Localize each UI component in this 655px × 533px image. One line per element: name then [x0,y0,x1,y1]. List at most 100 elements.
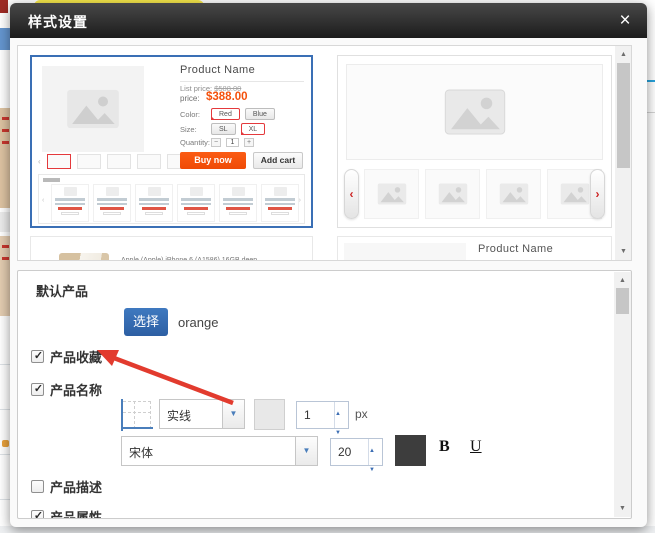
spin-down-icon[interactable]: ▼ [369,467,375,473]
default-product-label: 默认产品 [36,281,88,300]
related-product-card[interactable] [261,184,299,222]
picture-icon [444,89,506,135]
dialog-header: 样式设置 × [10,3,647,38]
checkbox-row-product-description: ✓ 产品描述 [31,477,102,496]
templates-scrollbar[interactable]: ▲ ▼ [615,46,632,260]
iphone-product-image [59,253,109,261]
carousel-thumbnail[interactable] [425,169,480,219]
quantity-plus-button[interactable]: + [244,138,254,147]
background-page-fragment [0,0,8,13]
carousel-thumbnail[interactable] [364,169,419,219]
template-option-4-partial[interactable]: Product Name List price: $588.00 [337,236,612,261]
product-image-placeholder [42,66,144,152]
form-scrollbar[interactable]: ▲ ▼ [614,272,631,517]
thumbnail[interactable] [107,154,131,169]
product-favorite-label: 产品收藏 [50,347,102,366]
template-preview-panel: Product Name List price: $588.00 price: … [17,45,632,261]
border-style-select[interactable]: 实线 ▼ [159,399,245,429]
background-page-fragment [647,35,655,526]
check-icon: ✓ [32,382,45,395]
checkbox-row-product-name: ✓ 产品名称 [31,380,102,399]
quantity-value: 1 [226,138,239,147]
related-products-strip: ‹ › [38,174,305,224]
spin-up-icon[interactable]: ▲ [335,411,341,417]
product-description-label: 产品描述 [50,477,102,496]
related-product-card[interactable] [177,184,215,222]
add-cart-button[interactable]: Add cart [253,152,303,169]
size-option-sl[interactable]: SL [211,123,236,135]
thumbnail-carousel: ‹ › [338,168,611,220]
chevron-down-icon[interactable]: ▼ [295,437,317,465]
template-option-3-partial[interactable]: Apple (Apple) iPhone 6 (A1586) 16GB deep [30,236,313,261]
carousel-thumbnail[interactable] [486,169,541,219]
chevron-down-icon[interactable]: ▼ [222,400,244,428]
border-color-swatch[interactable] [254,399,285,430]
checkbox-row-product-attributes: ✓ 产品属性 [31,507,102,519]
product-name-text: Product Name [180,64,304,82]
color-option-blue[interactable]: Blue [245,108,275,120]
thumbnail[interactable] [77,154,101,169]
thumbnail-strip: ‹ › [38,154,199,169]
font-color-swatch[interactable] [395,435,426,466]
font-size-stepper[interactable]: 20 ▲ ▼ [330,438,383,466]
border-side-picker[interactable] [121,399,153,431]
quantity-label: Quantity: [180,138,206,147]
size-label: Size: [180,125,206,134]
product-description-checkbox[interactable]: ✓ [31,480,44,493]
font-family-value: 宋体 [129,444,153,461]
background-page-fragment [647,112,655,113]
product-name-checkbox[interactable]: ✓ [31,383,44,396]
template-option-1-selected[interactable]: Product Name List price: $588.00 price: … [30,55,313,228]
color-option-red[interactable]: Red [211,108,240,120]
stepper-arrows: ▲ ▼ [368,439,382,465]
related-product-card[interactable] [135,184,173,222]
related-product-card[interactable] [219,184,257,222]
scroll-down-icon[interactable]: ▼ [614,501,631,516]
carousel-prev-icon[interactable]: ‹ [344,169,359,219]
stepper-arrows: ▲ ▼ [334,402,348,428]
scrollbar-thumb[interactable] [616,288,629,314]
style-settings-dialog: 样式设置 × Product Name List price: $588.00 … [10,3,647,527]
product-attributes-label: 产品属性 [50,507,102,519]
check-icon: ✓ [32,509,45,519]
product-attributes-checkbox[interactable]: ✓ [31,510,44,519]
buy-now-button[interactable]: Buy now [180,152,246,169]
related-product-card[interactable] [51,184,89,222]
product-name-text: Product Name [478,243,598,261]
underline-button[interactable]: U [470,438,482,456]
close-icon[interactable]: × [613,9,637,33]
spin-down-icon[interactable]: ▼ [335,430,341,436]
px-unit-label: px [355,407,368,421]
thumbnail[interactable] [137,154,161,169]
carousel-next-icon[interactable]: › [590,169,605,219]
size-option-xl[interactable]: XL [241,123,266,135]
font-family-select[interactable]: 宋体 ▼ [121,436,318,466]
quantity-row: Quantity: − 1 + [180,138,254,147]
select-product-button[interactable]: 选择 [124,308,168,336]
product-favorite-checkbox[interactable]: ✓ [31,350,44,363]
template-option-2[interactable]: ‹ › [337,55,612,228]
dialog-title: 样式设置 [28,12,88,32]
price-value: $388.00 [206,91,248,103]
border-width-stepper[interactable]: 1 ▲ ▼ [296,401,349,429]
thumb-prev-icon[interactable]: ‹ [38,157,41,166]
border-style-value: 实线 [167,407,191,424]
scroll-up-icon[interactable]: ▲ [615,47,632,62]
related-products-cards [51,184,299,222]
selected-product-value: orange [178,315,218,330]
bold-button[interactable]: B [439,438,450,456]
background-page-fragment [647,80,655,82]
scroll-up-icon[interactable]: ▲ [614,273,631,288]
check-icon: ✓ [32,349,45,362]
size-option-row: Size: SL XL [180,123,265,135]
related-prev-icon[interactable]: ‹ [42,197,44,204]
related-next-icon[interactable]: › [299,197,301,204]
scroll-down-icon[interactable]: ▼ [615,244,632,259]
scrollbar-thumb[interactable] [617,63,630,168]
iphone-product-title: Apple (Apple) iPhone 6 (A1586) 16GB deep [121,257,257,261]
color-label: Color: [180,110,206,119]
thumbnail-selected[interactable] [47,154,71,169]
related-product-card[interactable] [93,184,131,222]
quantity-minus-button[interactable]: − [211,138,221,147]
spin-up-icon[interactable]: ▲ [369,448,375,454]
